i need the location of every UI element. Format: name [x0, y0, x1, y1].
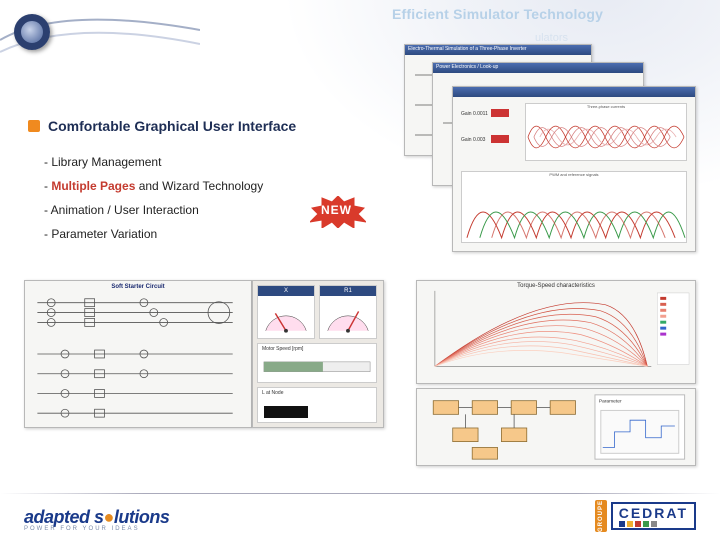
readout-panel: Motor Speed [rpm]: [257, 343, 377, 383]
thumb-title: Soft Starter Circuit: [25, 284, 251, 290]
list-prefix: -: [44, 203, 51, 217]
gauge-panel: R1: [319, 285, 377, 339]
waveform-plot-icon: [526, 109, 686, 165]
bar-indicator-icon: [258, 354, 376, 384]
readout-panel: L at Node: [257, 387, 377, 423]
logo-text: adapted s: [24, 507, 104, 527]
plot-title: Torque-Speed characteristics: [417, 283, 695, 289]
window-titlebar: Power Electronics / Look-up: [433, 63, 643, 73]
gauge-label: X: [258, 286, 314, 296]
section-title: Comfortable Graphical User Interface: [48, 118, 296, 134]
side-panel-label: Parameter: [599, 399, 622, 405]
logo-accent-icon: ●: [104, 507, 114, 527]
section-heading-row: Comfortable Graphical User Interface: [28, 118, 296, 134]
gauge-icon: [320, 296, 376, 338]
curve-family-plot-icon: [417, 281, 695, 380]
screenshot-thumb-6: Torque-Speed characteristics: [416, 280, 696, 384]
readout-label: L at Node: [258, 388, 376, 398]
footer: adapted s●lutions POWER FOR YOUR IDEAS G…: [0, 480, 720, 540]
waveform-plot-icon: [462, 177, 686, 247]
gauge-label: R1: [320, 286, 376, 296]
list-item: - Animation / User Interaction: [44, 198, 263, 222]
digital-readout-icon: [264, 406, 308, 418]
gain-block-icon: [491, 135, 509, 143]
cedrat-logo: GROUPE CEDRAT: [595, 500, 696, 532]
adapted-solutions-logo: adapted s●lutions POWER FOR YOUR IDEAS: [24, 507, 169, 532]
corner-logo: [6, 6, 68, 68]
ring-icon: [14, 14, 50, 50]
block-diagram-icon: Parameter: [417, 389, 695, 465]
list-item: - Multiple Pages and Wizard Technology: [44, 174, 263, 198]
groupe-tab-icon: GROUPE: [595, 500, 607, 532]
new-badge-text: NEW: [321, 203, 352, 217]
feature-list: - Library Management - Multiple Pages an…: [44, 150, 263, 246]
list-text: and Wizard Technology: [135, 179, 263, 193]
waveform-panel-bottom: PWM and reference signals: [461, 171, 687, 243]
screenshot-thumb-7: Parameter: [416, 388, 696, 466]
waveform-panel-top: Three-phase currents: [525, 103, 687, 161]
footer-divider: [0, 493, 720, 494]
gain-label: Gain 0.003: [461, 137, 485, 143]
list-text: Parameter Variation: [51, 227, 157, 241]
list-text: Library Management: [51, 155, 161, 169]
logo-text: lutions: [114, 507, 170, 527]
cedrat-text: CEDRAT: [619, 506, 688, 520]
screenshot-thumb-4: Soft Starter Circuit: [24, 280, 252, 428]
list-item: - Parameter Variation: [44, 222, 263, 246]
bullet-icon: [28, 120, 40, 132]
gauge-panel: X: [257, 285, 315, 339]
gain-label: Gain 0.0011: [461, 111, 488, 117]
faded-text-fragment-1: ulators: [535, 32, 568, 44]
cedrat-box: CEDRAT: [611, 502, 696, 530]
gauge-icon: [258, 296, 314, 338]
circuit-diagram-icon: [25, 281, 251, 427]
gain-block-icon: [491, 109, 509, 117]
list-text: Animation / User Interaction: [51, 203, 199, 217]
list-item: - Library Management: [44, 150, 263, 174]
readout-label: Motor Speed [rpm]: [258, 344, 376, 354]
window-titlebar: [453, 87, 695, 97]
screenshot-thumb-3: Gain 0.0011 Gain 0.003 Three-phase curre…: [452, 86, 696, 252]
cedrat-squares-icon: [619, 521, 688, 527]
list-highlight: Multiple Pages: [51, 179, 135, 193]
screenshot-thumb-5: X R1 Motor Speed [rpm] L at Node: [252, 280, 384, 428]
groupe-text: GROUPE: [598, 500, 604, 532]
faded-heading: Efficient Simulator Technology: [392, 6, 603, 22]
window-titlebar: Electro-Thermal Simulation of a Three-Ph…: [405, 45, 591, 55]
